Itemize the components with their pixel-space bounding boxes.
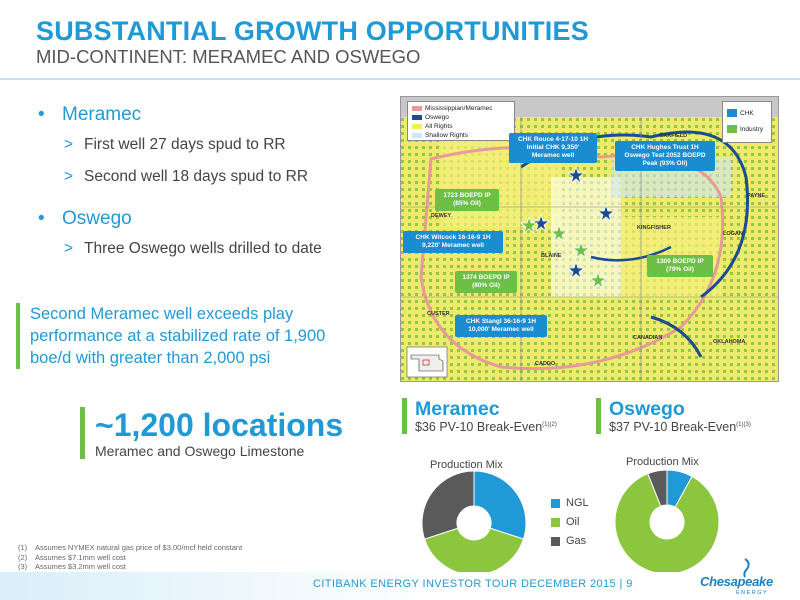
callout-stangl: CHK Stangl 36-16-9 1H 10,000' Meramec we…	[455, 315, 547, 337]
oswego-breakeven: $37 PV-10 Break-Even(1)(3)	[609, 420, 751, 434]
legend-label: Oswego	[425, 114, 449, 121]
county-label: DEWEY	[431, 213, 452, 219]
legend-label: Oil	[566, 516, 580, 528]
key-swatch	[727, 109, 737, 118]
bullet-dot-icon: •	[38, 208, 45, 229]
key-label: CHK	[740, 110, 754, 117]
legend-label: All Rights	[425, 123, 453, 130]
bullet-list: • Meramec > First well 27 days spud to RR…	[38, 104, 378, 270]
county-label: CADDO	[535, 361, 556, 367]
legend-label: NGL	[566, 497, 589, 509]
map-legend: Mississippian/Meramec Oswego All Rights …	[407, 101, 515, 141]
page-subtitle: MID-CONTINENT: MERAMEC AND OSWEGO	[36, 46, 421, 67]
legend-label: Gas	[566, 535, 587, 547]
legend-label: Mississippian/Meramec	[425, 105, 493, 112]
footer-text: CITIBANK ENERGY INVESTOR TOUR DECEMBER 2…	[313, 578, 633, 590]
logo-subtext: ENERGY	[736, 590, 769, 596]
chevron-right-icon: >	[64, 168, 74, 185]
locations-description: Meramec and Oswego Limestone	[95, 443, 305, 459]
oswego-title: Oswego	[609, 398, 685, 420]
highlight-statement: Second Meramec well exceeds play perform…	[16, 303, 366, 369]
bullet-label: Oswego	[62, 208, 132, 229]
chevron-right-icon: >	[64, 136, 74, 153]
county-label: CUSTER	[427, 311, 450, 317]
pie-slice-ngl	[473, 470, 527, 540]
key-swatch	[727, 125, 737, 134]
sub-bullet: > Three Oswego wells drilled to date	[38, 238, 378, 270]
legend-swatch	[412, 105, 422, 111]
page-title: SUBSTANTIAL GROWTH OPPORTUNITIES	[36, 16, 589, 46]
legend-label: Shallow Rights	[425, 132, 468, 139]
legend-swatch	[412, 123, 422, 129]
acreage-map: Mississippian/Meramec Oswego All Rights …	[400, 96, 779, 382]
legend-swatch	[412, 114, 422, 120]
callout-rouce: CHK Rouce 4-17-10 1H Initial CHK 9,350' …	[509, 133, 597, 163]
sub-bullet-text: Three Oswego wells drilled to date	[84, 240, 322, 257]
county-label: PAYNE	[747, 193, 766, 199]
footnote: (2) Assumes $7.1mm well cost	[18, 552, 126, 562]
sub-bullet-text: Second well 18 days spud to RR	[84, 168, 309, 185]
callout-hughes-trust: CHK Hughes Trust 1H Oswego Test 2052 BOE…	[615, 141, 715, 171]
locations-count: ~1,200 locations	[95, 407, 344, 443]
meramec-pie-chart	[421, 470, 527, 576]
meramec-breakeven: $36 PV-10 Break-Even(1)(2)	[415, 420, 557, 434]
pie-legend: NGL Oil Gas	[551, 494, 589, 551]
county-label: OKLAHOMA	[713, 339, 746, 345]
legend-swatch-gas	[551, 536, 560, 546]
key-label: Industry	[740, 126, 764, 133]
callout-ip-1374: 1374 BOEPD IP (80% Oil)	[455, 271, 517, 293]
callout-ip-1723: 1723 BOEPD IP (85% Oil)	[435, 189, 499, 211]
bullet-label: Meramec	[62, 104, 142, 125]
county-label: LOGAN	[723, 231, 743, 237]
sub-bullet: > First well 27 days spud to RR	[38, 134, 378, 166]
meramec-header: Meramec $36 PV-10 Break-Even(1)(2)	[402, 398, 557, 434]
map-operator-key: CHK Industry	[722, 101, 772, 143]
county-label: BLAINE	[541, 253, 562, 259]
legend-swatch-oil	[551, 517, 560, 527]
pie-slice-gas	[421, 470, 475, 540]
footnote: (1) Assumes NYMEX natural gas price of $3…	[18, 543, 243, 552]
bullet-meramec: • Meramec	[38, 104, 378, 134]
logo-wordmark: Chesapeake	[700, 574, 773, 589]
sub-bullet: > Second well 18 days spud to RR	[38, 166, 378, 198]
legend-swatch-ngl	[551, 498, 560, 508]
footnotes: (1) Assumes NYMEX natural gas price of $3…	[18, 543, 242, 572]
chevron-right-icon: >	[64, 240, 74, 257]
county-label: CANADIAN	[633, 335, 663, 341]
title-divider	[0, 78, 800, 80]
footnote: (3) Assumes $3.2mm well cost	[18, 562, 126, 571]
pie-slice-oil	[423, 527, 525, 576]
county-label: GARFIELD	[659, 133, 688, 139]
callout-ip-1309: 1309 BOEPD IP (79% Oil)	[647, 255, 713, 277]
county-label: KINGFISHER	[637, 225, 671, 231]
bullet-oswego: • Oswego	[38, 208, 378, 238]
bullet-dot-icon: •	[38, 104, 45, 125]
locations-callout: ~1,200 locations Meramec and Oswego Lime…	[80, 407, 360, 459]
oswego-header: Oswego $37 PV-10 Break-Even(1)(3)	[596, 398, 751, 434]
callout-witcock: CHK Witcock 16-16-9 1H 9,220' Meramec we…	[403, 231, 503, 253]
sub-bullet-text: First well 27 days spud to RR	[84, 136, 286, 153]
meramec-title: Meramec	[415, 398, 500, 420]
legend-swatch	[412, 132, 422, 138]
